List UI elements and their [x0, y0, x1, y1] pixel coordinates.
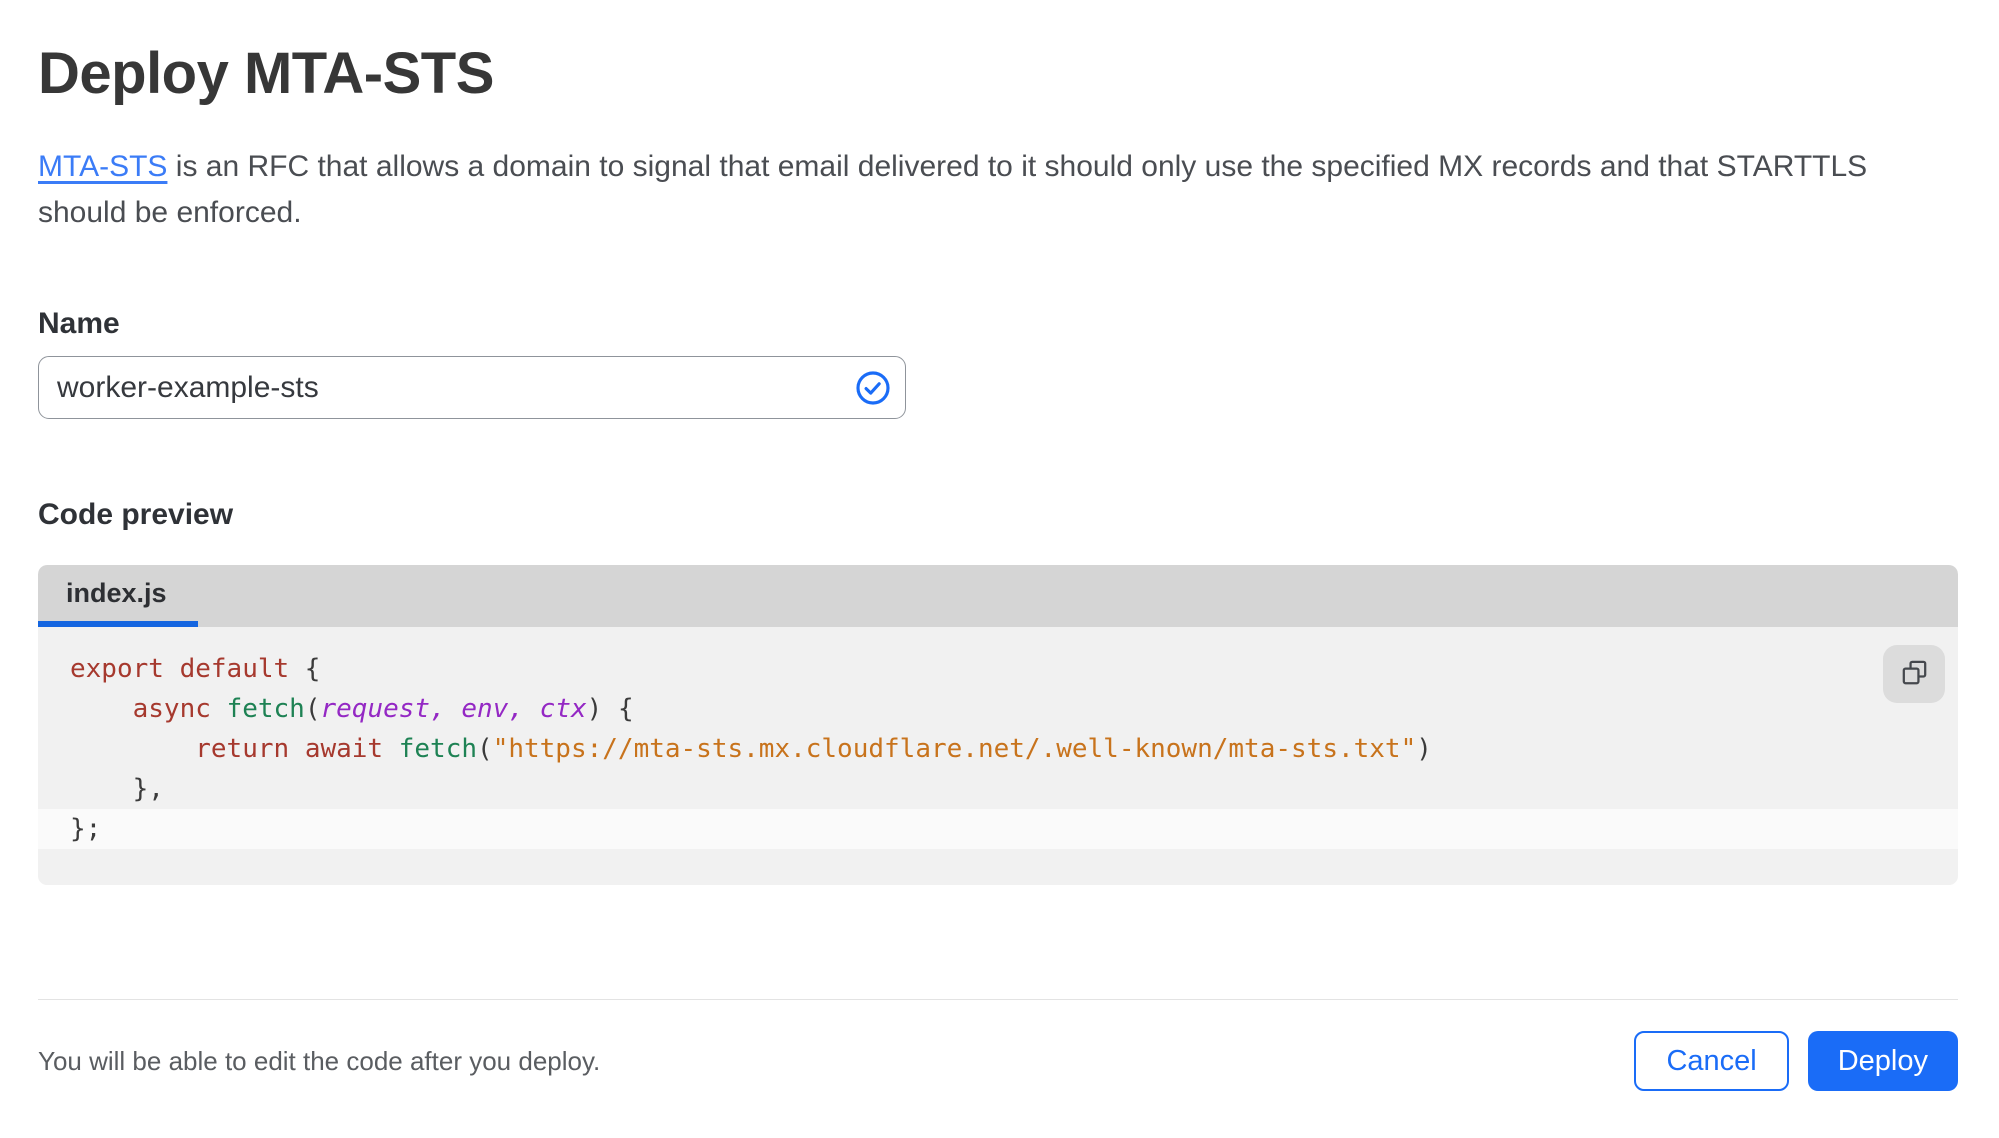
code-token: request, [320, 694, 446, 724]
code-token: ( [304, 694, 321, 724]
code-line: }; [38, 809, 1958, 849]
code-token: }; [70, 814, 102, 844]
code-token: default [179, 654, 290, 684]
deploy-mta-sts-page: Deploy MTA-STS MTA-STS is an RFC that al… [0, 38, 1999, 1138]
code-token: ( [477, 734, 493, 764]
code-preview-card: index.js export default { async fetch(re… [38, 565, 1958, 885]
check-circle-icon [855, 370, 891, 406]
name-label: Name [38, 307, 120, 340]
code-line: }, [38, 769, 1958, 809]
code-token: fetch [226, 694, 305, 724]
footer: You will be able to edit the code after … [38, 1000, 1958, 1091]
name-input[interactable] [38, 356, 906, 419]
cancel-button[interactable]: Cancel [1634, 1031, 1789, 1091]
tab-index-js[interactable]: index.js [38, 565, 213, 621]
intro-text: is an RFC that allows a domain to signal… [38, 150, 1868, 229]
mta-sts-link[interactable]: MTA-STS [38, 150, 167, 183]
deploy-button[interactable]: Deploy [1807, 1031, 1958, 1091]
code-token: "https://mta-sts.mx.cloudflare.net/.well… [492, 734, 1417, 764]
code-line: async fetch(request, env, ctx) { [38, 689, 1958, 729]
footer-note: You will be able to edit the code after … [38, 1045, 601, 1076]
code-token: await [304, 734, 384, 764]
intro-paragraph: MTA-STS is an RFC that allows a domain t… [38, 144, 1958, 236]
code-tab-bar: index.js [38, 565, 1958, 627]
name-input-wrap [38, 356, 906, 419]
code-token: ) { [586, 694, 634, 724]
footer-actions: Cancel Deploy [1634, 1031, 1958, 1091]
code-editor: export default { async fetch(request, en… [38, 627, 1958, 885]
code-line: export default { [38, 649, 1958, 689]
code-token: return [195, 734, 290, 764]
code-token: export [70, 654, 164, 684]
code-lines: export default { async fetch(request, en… [38, 649, 1958, 849]
code-line: return await fetch("https://mta-sts.mx.c… [38, 729, 1958, 769]
code-token: { [289, 654, 321, 684]
copy-icon [1901, 659, 1928, 689]
code-preview-label: Code preview [38, 498, 234, 531]
code-token: ctx [539, 694, 587, 724]
copy-code-button[interactable] [1883, 645, 1945, 703]
code-token: env, [461, 694, 525, 724]
page-title: Deploy MTA-STS [38, 41, 494, 106]
code-token: async [132, 694, 211, 724]
code-token: fetch [398, 734, 478, 764]
code-token: }, [70, 774, 164, 804]
code-token: ) [1416, 734, 1432, 764]
